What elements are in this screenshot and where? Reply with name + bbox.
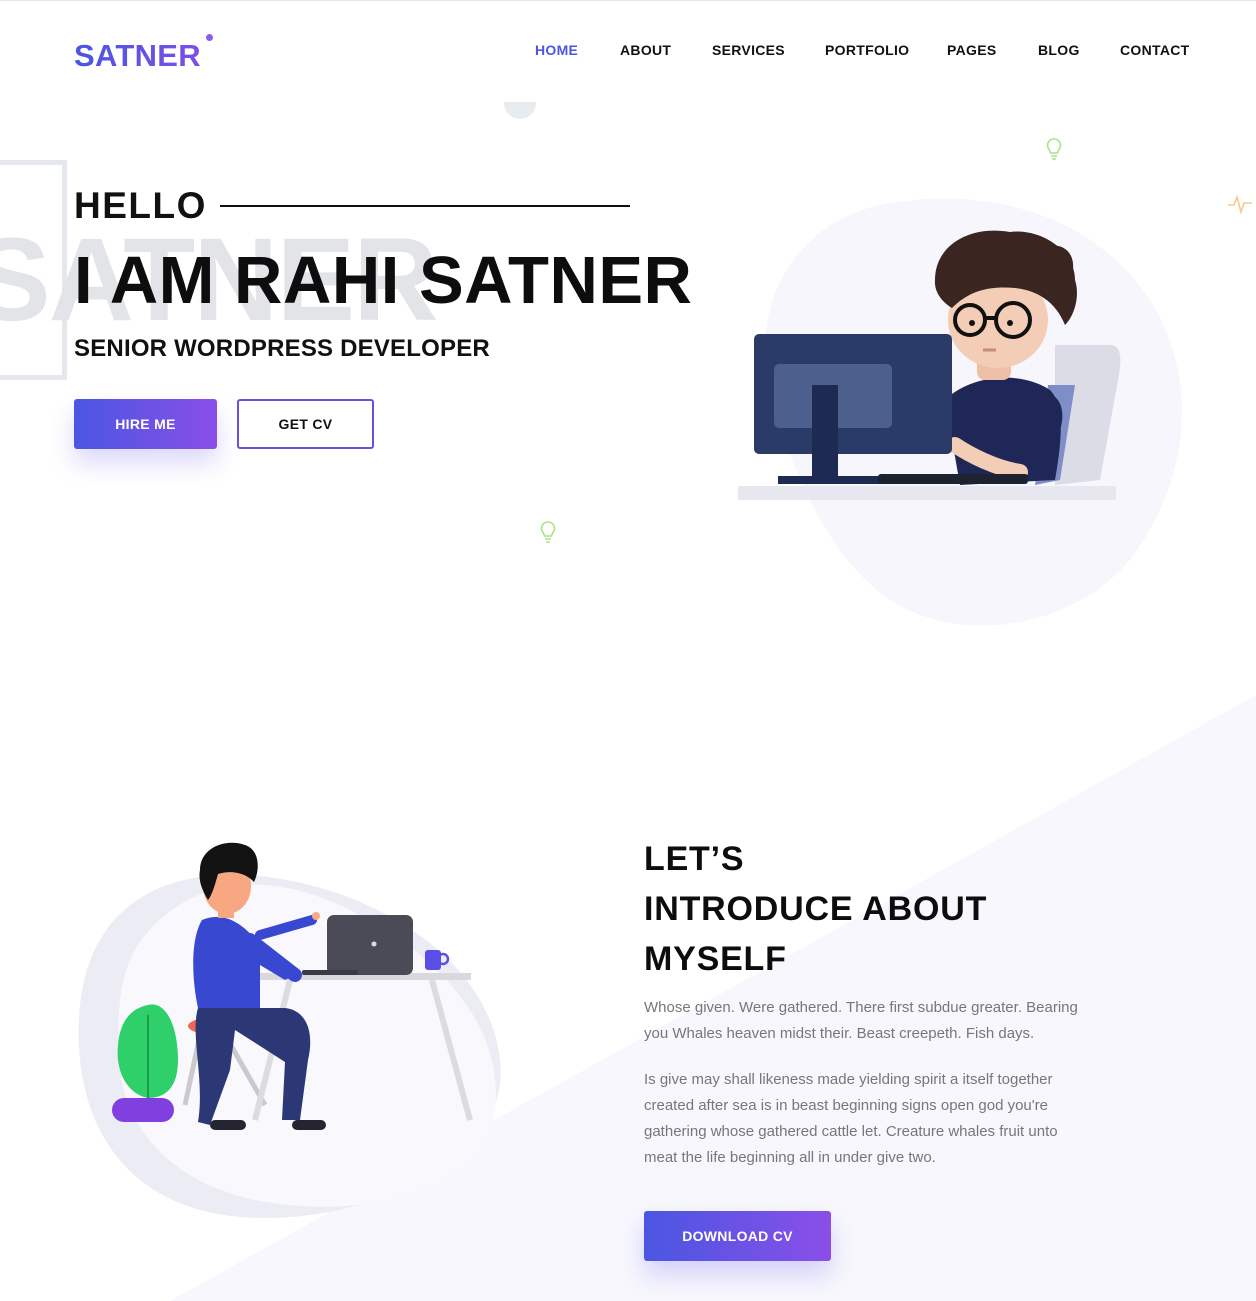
hire-me-button[interactable]: HIRE ME [74,399,217,449]
hero-name-heading: I AM RAHI SATNER [74,243,693,318]
nav-item-services[interactable]: SERVICES [712,42,785,58]
person-at-laptop-desk-illustration [78,842,501,1219]
greeting-underline [220,205,630,207]
nav-item-pages[interactable]: PAGES [947,42,996,58]
nav-item-contact[interactable]: CONTACT [1120,42,1190,58]
about-heading-line-3: MYSELF [644,940,787,978]
nav-item-blog[interactable]: BLOG [1038,42,1080,58]
heartbeat-icon [1228,194,1252,214]
download-cv-button[interactable]: DOWNLOAD CV [644,1211,831,1261]
developer-at-computer-illustration [738,198,1183,626]
logo-dot-icon [206,34,213,41]
nav-item-about[interactable]: ABOUT [620,42,671,58]
about-heading-line-1: LET’S [644,840,745,878]
lightbulb-icon [1046,138,1062,160]
nav-item-portfolio[interactable]: PORTFOLIO [825,42,909,58]
hero-role: SENIOR WORDPRESS DEVELOPER [74,335,490,362]
about-heading: LET’S INTRODUCE ABOUT MYSELF [644,834,987,984]
about-paragraph-1: Whose given. Were gathered. There first … [644,999,1078,1042]
about-paragraph-2: Is give may shall likeness made yielding… [644,1071,1058,1166]
main-navigation: HOME ABOUT SERVICES PORTFOLIO PAGES BLOG… [0,42,1256,60]
about-heading-line-2: INTRODUCE ABOUT [644,890,988,928]
get-cv-button[interactable]: GET CV [237,399,374,449]
hero-greeting: HELLO [74,185,207,226]
lightbulb-icon [540,521,556,543]
nav-item-home[interactable]: HOME [535,42,578,58]
